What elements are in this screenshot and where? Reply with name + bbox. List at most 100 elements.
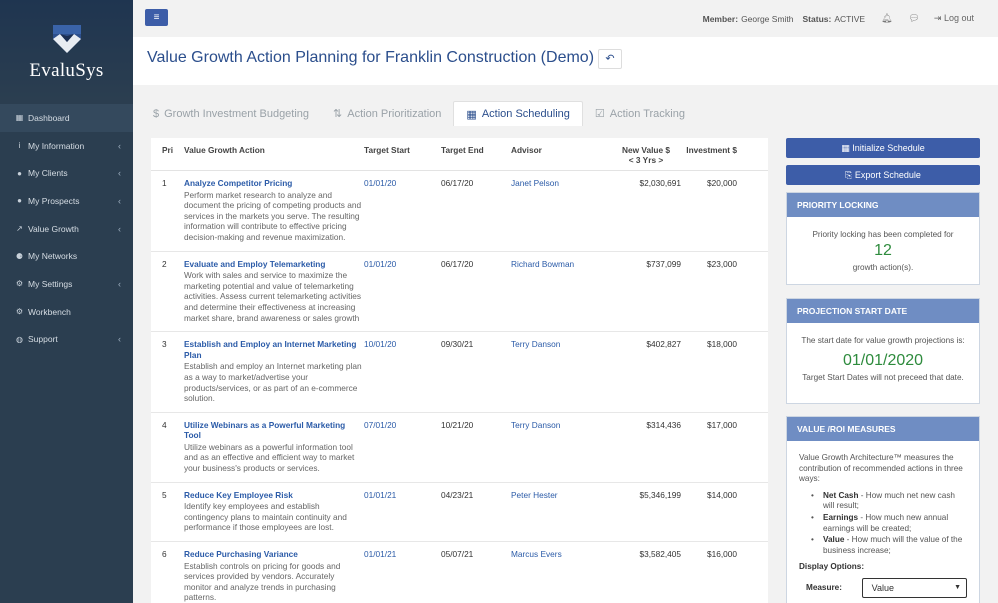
measure-select[interactable]: Value ▼: [861, 577, 967, 598]
advisor-link[interactable]: Terry Danson: [511, 332, 601, 412]
col-header-target-start[interactable]: Target Start: [364, 138, 441, 170]
new-value: $2,030,691: [639, 178, 681, 188]
sidebar: EvaluSys ▦ Dashboard i My Information ‹ ● My C…: [0, 0, 133, 603]
advisor-link[interactable]: Richard Bowman: [511, 252, 601, 332]
new-value-header-sub: < 3 Yrs >: [628, 155, 664, 165]
projection-start-title: PROJECTION START DATE: [787, 299, 979, 323]
page-title: Value Growth Action Planning for Frankli…: [147, 49, 595, 66]
sidebar-item-label: My Information: [28, 140, 85, 151]
action-title-link[interactable]: Reduce Purchasing Variance: [184, 549, 364, 560]
sidebar-item-6[interactable]: ⚙ My Settings ‹: [0, 270, 133, 298]
action-title-link[interactable]: Establish and Employ an Internet Marketi…: [184, 339, 364, 360]
investment: $18,000: [707, 339, 737, 350]
tab-3[interactable]: ☑ Action Tracking: [583, 101, 697, 126]
target-start-link[interactable]: 10/01/20: [364, 332, 441, 412]
sidebar-nav: ▦ Dashboard i My Information ‹ ● My Clients ‹ ● M…: [0, 104, 133, 353]
col-header-pri[interactable]: Pri: [151, 138, 184, 170]
target-end: 06/17/20: [441, 258, 474, 269]
sidebar-item-2[interactable]: ● My Clients ‹: [0, 159, 133, 187]
logo[interactable]: EvaluSys: [0, 0, 133, 100]
target-end: 10/21/20: [441, 419, 474, 430]
action-title-link[interactable]: Reduce Key Employee Risk: [184, 490, 364, 501]
investment: $20,000: [707, 178, 737, 188]
chevron-left-icon: ‹: [118, 195, 121, 206]
table-row: 2 Evaluate and Employ Telemarketing Work w…: [151, 252, 768, 333]
col-header-target-end[interactable]: Target End: [441, 138, 511, 170]
row-action: Establish and Employ an Internet Marketi…: [184, 332, 364, 412]
tab-1[interactable]: ⇅ Action Prioritization: [321, 101, 453, 126]
initialize-schedule-button[interactable]: ▦ Initialize Schedule: [786, 138, 980, 158]
menu-toggle-button[interactable]: ≡: [145, 9, 168, 26]
sidebar-item-5[interactable]: ⚈ My Networks: [0, 242, 133, 270]
new-value-header-label: New Value $: [622, 145, 670, 155]
sidebar-item-label: Support: [28, 334, 58, 345]
globe-icon: ◍: [16, 334, 23, 344]
initialize-label: Initialize Schedule: [852, 143, 925, 153]
export-file-icon: ⎘: [845, 170, 853, 180]
display-options-label: Display Options:: [799, 562, 865, 572]
tab-label: Action Prioritization: [347, 107, 442, 120]
sidebar-item-label: My Settings: [28, 278, 73, 289]
action-description: Perform market research to analyze and d…: [184, 189, 362, 242]
table-header: Pri Value Growth Action Target Start Tar…: [151, 138, 768, 171]
measure-label: Measure:: [806, 582, 842, 592]
logout-link[interactable]: ⇥ Log out: [934, 13, 974, 24]
measure-name: Earnings: [823, 512, 859, 522]
tab-label: Action Scheduling: [481, 108, 570, 120]
sidebar-item-label: My Prospects: [28, 195, 80, 206]
select-arrow-icon: ▼: [954, 583, 961, 591]
priority-locking-count: 12: [874, 242, 892, 259]
col-header-investment[interactable]: Investment $: [681, 138, 753, 170]
tab-0[interactable]: $ Growth Investment Budgeting: [141, 101, 321, 126]
col-header-advisor[interactable]: Advisor: [511, 138, 601, 170]
projection-start-date: 01/01/2020: [842, 352, 924, 369]
target-start-link[interactable]: 01/01/21: [364, 483, 441, 541]
sidebar-item-4[interactable]: ↗ Value Growth ‹: [0, 215, 133, 243]
advisor-link[interactable]: Peter Hester: [511, 483, 601, 541]
target-start-link[interactable]: 01/01/21: [364, 542, 441, 603]
measure-row: Measure: Value ▼: [799, 577, 967, 598]
row-priority: 1: [162, 178, 167, 188]
sidebar-item-label: My Networks: [28, 251, 78, 262]
sidebar-item-0[interactable]: ▦ Dashboard: [0, 104, 133, 132]
target-start-link[interactable]: 01/01/20: [364, 252, 441, 332]
advisor-link[interactable]: Marcus Evers: [511, 542, 601, 603]
row-priority: 6: [162, 549, 167, 560]
value-roi-intro: Value Growth Architecture™ measures the …: [799, 453, 963, 484]
table-row: 1 Analyze Competitor Pricing Perform marke…: [151, 171, 768, 252]
col-header-action[interactable]: Value Growth Action: [184, 138, 364, 170]
export-schedule-button[interactable]: ⎘ Export Schedule: [786, 165, 980, 185]
chart-icon: ↗: [16, 224, 23, 234]
sidebar-item-1[interactable]: i My Information ‹: [0, 132, 133, 160]
advisor-link[interactable]: Janet Pelson: [511, 171, 601, 251]
tab-2[interactable]: ▦ Action Scheduling: [453, 101, 583, 126]
projection-start-text: The start date for value growth projecti…: [801, 336, 965, 345]
target-start-link[interactable]: 01/01/20: [364, 171, 441, 251]
priority-locking-card: PRIORITY LOCKING Priority locking has be…: [786, 192, 980, 285]
action-title-link[interactable]: Evaluate and Employ Telemarketing: [184, 259, 364, 270]
chat-icon[interactable]: 💬︎: [908, 13, 919, 24]
measure-desc: - How much will the value of the busines…: [823, 535, 963, 555]
sidebar-item-3[interactable]: ● My Prospects ‹: [0, 187, 133, 215]
col-header-new-value[interactable]: New Value $ < 3 Yrs >: [601, 138, 681, 170]
member-label: Member:: [702, 13, 739, 24]
measure-item: Value - How much will the value of the b…: [811, 535, 967, 556]
advisor-link[interactable]: Terry Danson: [511, 413, 601, 482]
sidebar-item-label: Workbench: [28, 306, 71, 317]
priority-locking-title: PRIORITY LOCKING: [787, 193, 979, 217]
priority-locking-suffix: growth action(s).: [852, 263, 914, 272]
action-description: Establish and employ an Internet marketi…: [184, 361, 362, 404]
sidebar-item-8[interactable]: ◍ Support ‹: [0, 326, 133, 354]
new-value: $5,346,199: [639, 489, 681, 500]
bell-icon[interactable]: 🔔︎: [881, 13, 892, 24]
target-end: 09/30/21: [441, 339, 474, 350]
target-start-link[interactable]: 07/01/20: [364, 413, 441, 482]
back-button[interactable]: ↶: [598, 49, 622, 69]
gear-icon: ⚙: [15, 279, 24, 289]
action-title-link[interactable]: Utilize Webinars as a Powerful Marketing…: [184, 420, 364, 441]
action-title-link[interactable]: Analyze Competitor Pricing: [184, 178, 364, 189]
sidebar-item-7[interactable]: ⚙ Workbench: [0, 298, 133, 326]
table-row: 6 Reduce Purchasing Variance Establish con…: [151, 542, 768, 603]
row-priority: 5: [162, 489, 167, 500]
value-roi-title: VALUE /ROI MEASURES: [787, 417, 979, 441]
